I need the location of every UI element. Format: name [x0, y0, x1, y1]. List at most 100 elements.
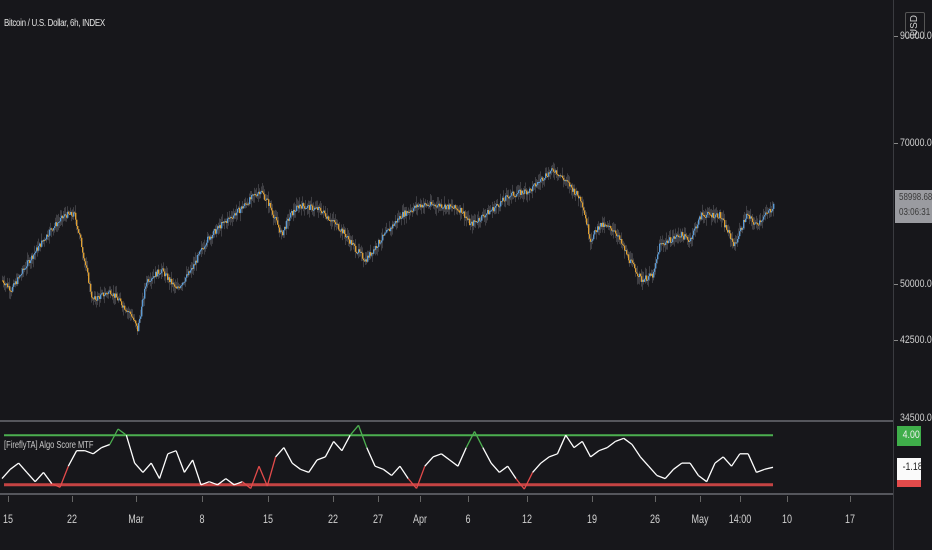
candle: [577, 191, 579, 196]
candle: [53, 227, 55, 231]
candle: [272, 210, 274, 215]
candle: [300, 204, 302, 207]
score-line-segment: [706, 462, 716, 482]
candle: [689, 240, 691, 242]
candle: [768, 210, 770, 213]
price-chart[interactable]: [0, 0, 893, 550]
candle: [763, 216, 765, 220]
candle: [150, 280, 152, 282]
candle: [494, 207, 496, 212]
candle: [142, 299, 144, 307]
score-line-segment: [440, 453, 451, 461]
candle: [213, 230, 215, 235]
candle: [381, 240, 383, 243]
score-value-badge: -1.18: [897, 458, 923, 480]
candle: [533, 184, 535, 187]
candle: [585, 214, 587, 219]
score-line-segment: [756, 468, 765, 474]
candle: [624, 245, 626, 251]
candle: [138, 322, 140, 332]
score-line-segment: [1, 468, 11, 480]
candle: [324, 210, 326, 214]
candle: [82, 247, 84, 253]
candle: [231, 216, 233, 218]
lower-level-badge: [897, 480, 921, 487]
candle: [111, 294, 113, 296]
score-line-segment: [333, 440, 343, 452]
candle: [437, 205, 439, 208]
candle: [771, 210, 773, 213]
candle: [262, 190, 264, 193]
candle: [260, 191, 262, 195]
candle: [133, 317, 135, 320]
candle: [582, 202, 584, 208]
candle: [757, 222, 759, 225]
candle: [100, 294, 102, 299]
axis-tick: [894, 340, 898, 341]
candle: [197, 254, 199, 263]
score-line-segment: [523, 472, 534, 490]
score-line-segment: [324, 441, 335, 458]
score-line-segment: [349, 424, 359, 436]
axis-tick: [894, 143, 898, 144]
candle: [198, 254, 200, 256]
score-line-segment: [9, 462, 19, 470]
score-line-segment: [134, 462, 144, 473]
candle: [27, 260, 29, 267]
candle: [687, 237, 689, 240]
candle: [21, 273, 23, 276]
candle: [446, 205, 448, 210]
score-line-segment: [449, 459, 459, 467]
score-line-segment: [92, 447, 102, 455]
pane-separator-top[interactable]: [0, 420, 893, 422]
candle: [216, 229, 218, 234]
candle: [635, 268, 637, 273]
candle: [207, 236, 209, 243]
candle: [271, 207, 273, 211]
candle: [160, 273, 162, 275]
candle: [665, 242, 667, 246]
candle: [118, 299, 120, 301]
candle: [339, 229, 341, 231]
candle: [466, 216, 468, 219]
candle: [479, 218, 481, 221]
candle: [212, 234, 214, 239]
pane-separator-bottom[interactable]: [0, 493, 893, 495]
score-line-segment: [656, 474, 666, 480]
candle: [45, 239, 47, 241]
score-line-segment: [673, 462, 683, 470]
candle: [457, 208, 459, 211]
candle: [583, 207, 585, 211]
candle: [116, 293, 118, 298]
candle: [455, 205, 457, 209]
score-line-segment: [540, 456, 550, 464]
time-tick: [202, 496, 203, 502]
candle: [34, 253, 36, 255]
candle: [694, 228, 696, 231]
candle: [742, 228, 744, 230]
candle: [571, 184, 573, 188]
score-line-segment: [615, 437, 625, 443]
candle: [20, 275, 22, 277]
time-label: 22: [327, 512, 339, 526]
candle: [736, 242, 738, 244]
candle: [723, 218, 725, 220]
score-line-segment: [573, 440, 583, 449]
candle: [671, 242, 673, 244]
candle: [255, 194, 257, 196]
candle: [633, 262, 635, 265]
time-label: 14:00: [728, 512, 752, 526]
candle: [190, 270, 192, 273]
candle: [656, 259, 658, 264]
candle: [264, 194, 266, 200]
time-label: 22: [66, 512, 78, 526]
candle: [574, 188, 576, 195]
candle: [361, 251, 363, 253]
candle: [510, 195, 512, 197]
candle: [654, 268, 656, 272]
score-line-segment: [606, 440, 616, 449]
candle: [9, 286, 11, 291]
indicator-label[interactable]: [FireflyTA] Algo Score MTF: [4, 440, 93, 451]
candle: [525, 189, 527, 191]
time-label: 15: [262, 512, 274, 526]
